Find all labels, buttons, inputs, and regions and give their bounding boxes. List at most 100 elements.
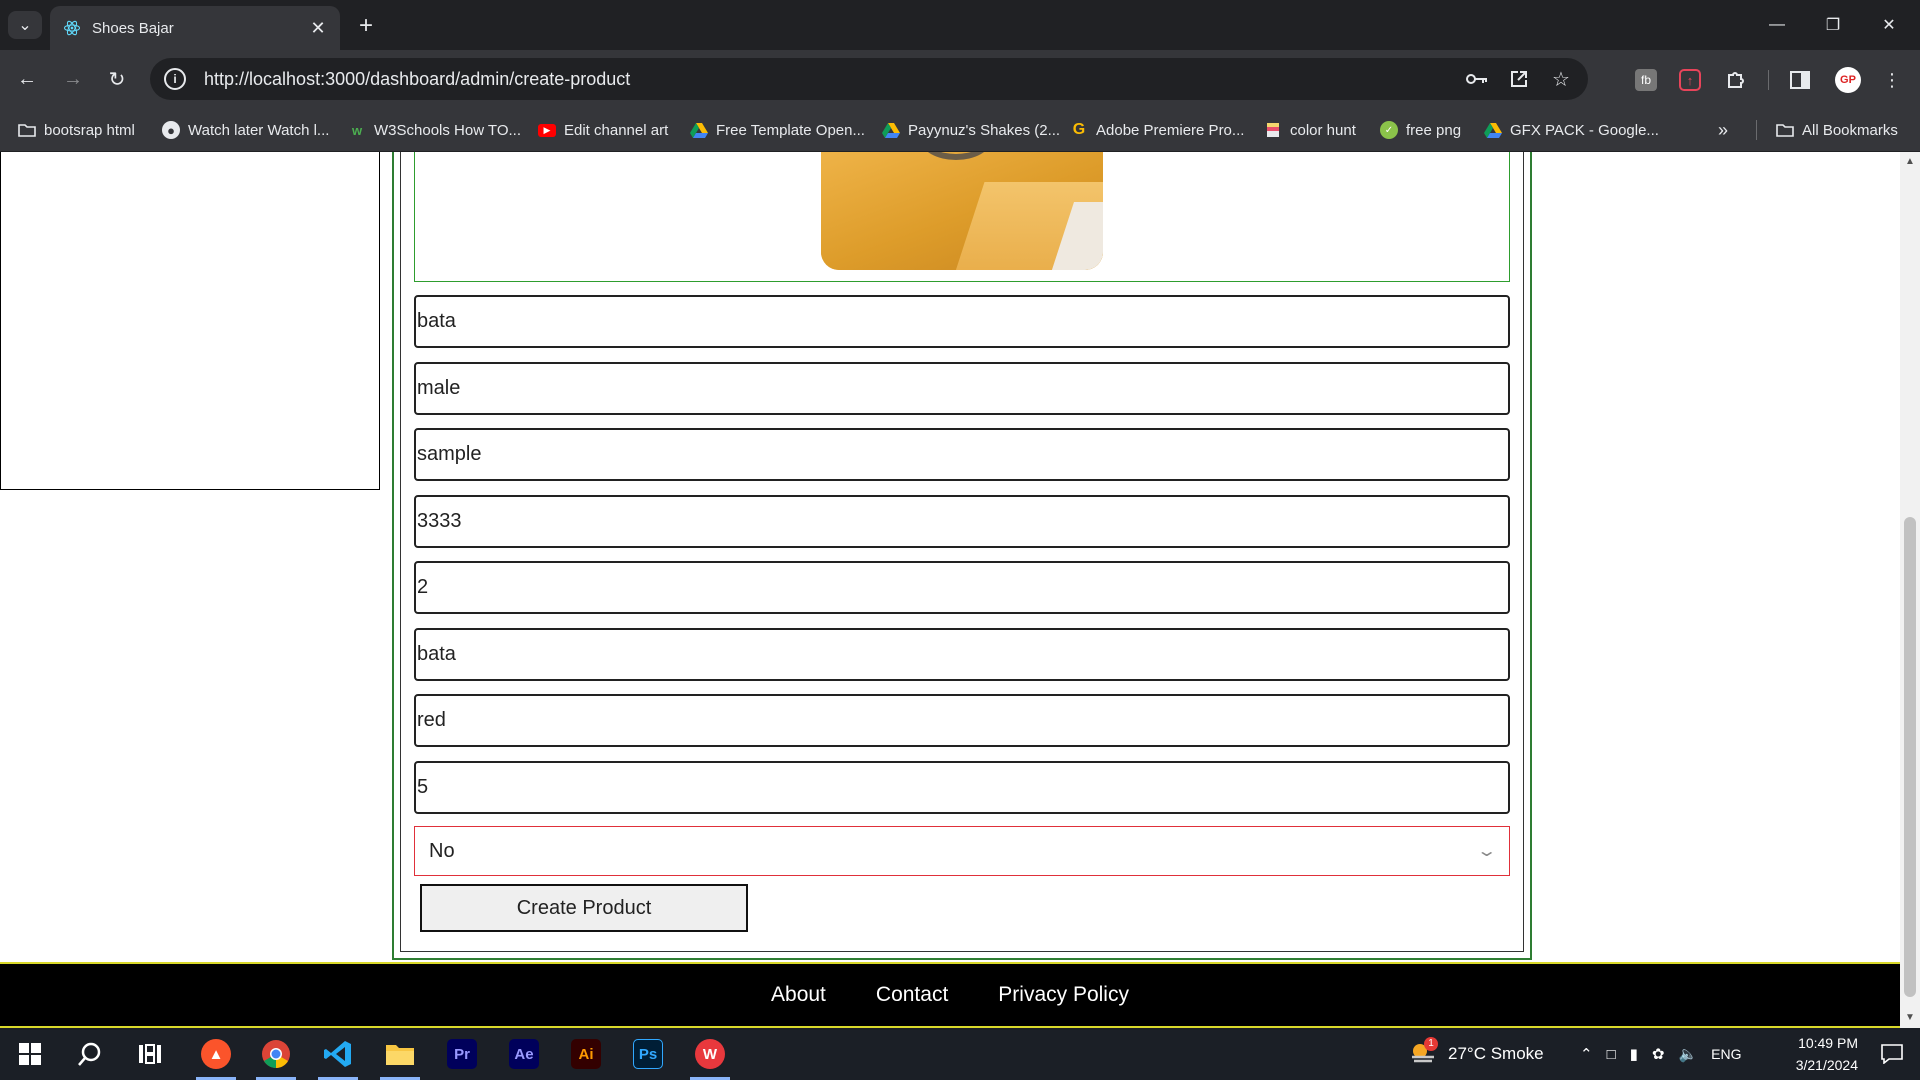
scroll-down-icon[interactable]: ▼ [1904,1012,1916,1024]
product-quantity-input[interactable]: 2 [414,561,1510,614]
notification-center-icon[interactable] [1864,1028,1920,1080]
bookmark-item[interactable]: G Adobe Premiere Pro... [1070,108,1245,152]
volume-icon[interactable]: 🔈 [1678,1045,1697,1063]
forward-arrow-icon[interactable]: → [58,64,88,94]
premiere-pro-icon[interactable]: Pr [434,1028,490,1080]
chrome-icon[interactable] [248,1028,304,1080]
google-drive-icon [1484,121,1502,139]
globe-icon: ● [162,121,180,139]
extensions-puzzle-icon[interactable] [1722,66,1750,94]
chevron-down-icon: ⌄ [18,17,32,34]
page-viewport: bata male sample 3333 2 bata red 5 No ⌄ … [0,152,1900,1028]
brave-browser-icon[interactable]: ▲ [188,1028,244,1080]
profile-avatar[interactable]: GP [1834,66,1862,94]
browser-tab[interactable]: Shoes Bajar ✕ [50,6,340,50]
close-tab-icon[interactable]: ✕ [308,18,328,39]
site-info-icon[interactable]: i [164,68,186,90]
vscode-icon[interactable] [310,1028,366,1080]
battery-icon[interactable]: ▮ [1630,1045,1638,1063]
reload-icon[interactable]: ↻ [102,64,132,94]
chevron-up-icon[interactable]: ⌃ [1580,1045,1593,1063]
bookmarks-bar: bootsrap html ● Watch later Watch l... wW… [0,108,1920,152]
tab-title: Shoes Bajar [92,19,174,37]
back-arrow-icon[interactable]: ← [12,64,42,94]
bookmark-item[interactable]: Free Template Open... [690,108,865,152]
w3schools-icon: w [351,122,363,138]
bookmark-star-icon[interactable]: ☆ [1548,66,1574,92]
after-effects-icon[interactable]: Ae [496,1028,552,1080]
bookmark-item[interactable]: bootsrap html [18,108,135,152]
product-name-input[interactable]: bata [414,295,1510,348]
google-drive-icon [882,121,900,139]
browser-tab-bar: ⌄ Shoes Bajar ✕ + — ❐ ✕ [0,0,1920,50]
product-image-preview [821,152,1103,270]
bookmarks-divider [1756,120,1757,140]
product-size-input[interactable]: 5 [414,761,1510,814]
bookmark-item[interactable]: w W3Schools How TO... [348,108,521,152]
more-menu-icon[interactable]: ⋮ [1878,66,1906,94]
bookmark-item[interactable]: Payynuz's Shakes (2... [882,108,1060,152]
system-tray: ⌃ □ ▮ ✿ 🔈 ENG [1580,1028,1742,1080]
close-window-icon[interactable]: ✕ [1866,8,1912,42]
windows-taskbar: ▲ Pr Ae Ai Ps W 1 27°C Smoke ⌃ □ ▮ ✿ 🔈 E… [0,1028,1920,1080]
create-product-button[interactable]: Create Product [420,884,748,932]
bookmark-item[interactable]: ● Watch later Watch l... [162,108,329,152]
side-panel-icon[interactable] [1786,66,1814,94]
weather-widget[interactable]: 1 27°C Smoke [1408,1028,1544,1080]
product-price-input[interactable]: 3333 [414,495,1510,548]
scroll-thumb[interactable] [1904,517,1916,997]
minimize-icon[interactable]: — [1754,8,1800,42]
footer-link-contact[interactable]: Contact [876,983,948,1007]
shipping-select[interactable]: No ⌄ [414,826,1510,876]
scroll-up-icon[interactable]: ▲ [1904,156,1916,168]
footer-link-privacy-policy[interactable]: Privacy Policy [998,983,1129,1007]
wps-office-icon[interactable]: W [682,1028,738,1080]
g-icon: G [1072,121,1086,138]
address-bar[interactable]: i http://localhost:3000/dashboard/admin/… [150,58,1588,100]
restore-icon[interactable]: ❐ [1810,8,1856,42]
footer-link-about[interactable]: About [771,983,826,1007]
page-scrollbar[interactable]: ▲ ▼ [1900,152,1920,1028]
color-hunt-icon [1264,121,1282,139]
folder-icon [18,121,36,139]
youtube-icon: ▶ [538,123,556,137]
open-in-app-icon[interactable] [1506,66,1532,92]
system-clock[interactable]: 10:49 PM 3/21/2024 [1758,1032,1858,1076]
weather-icon: 1 [1408,1036,1438,1070]
url-text: http://localhost:3000/dashboard/admin/cr… [204,68,631,89]
search-icon[interactable] [62,1028,118,1080]
file-explorer-icon[interactable] [372,1028,428,1080]
bookmark-item[interactable]: GFX PACK - Google... [1484,108,1659,152]
wifi-icon[interactable]: ✿ [1652,1045,1665,1063]
bookmark-item[interactable]: ▶ Edit channel art [538,108,668,152]
all-bookmarks[interactable]: All Bookmarks [1776,108,1898,152]
meet-now-icon[interactable]: □ [1607,1046,1616,1063]
illustrator-icon[interactable]: Ai [558,1028,614,1080]
bookmark-item[interactable]: ✓ free png [1380,108,1461,152]
browser-toolbar: ← → ↻ i http://localhost:3000/dashboard/… [0,50,1920,108]
product-category-input[interactable]: male [414,362,1510,415]
dashboard-sidebar [0,152,380,490]
tab-search-button[interactable]: ⌄ [8,11,42,39]
windows-start-icon[interactable] [2,1028,58,1080]
react-icon [62,18,82,38]
task-view-icon[interactable] [122,1028,178,1080]
toolbar-divider [1768,70,1769,90]
product-description-input[interactable]: sample [414,428,1510,481]
new-tab-button[interactable]: + [352,12,380,40]
more-bookmarks-icon[interactable]: » [1718,108,1728,152]
password-key-icon[interactable] [1464,66,1490,92]
google-drive-icon [690,121,708,139]
extension-upload-icon[interactable]: ↑ [1676,66,1704,94]
free-png-icon: ✓ [1380,121,1398,139]
product-color-input[interactable]: red [414,694,1510,747]
product-brand-input[interactable]: bata [414,628,1510,681]
language-indicator[interactable]: ENG [1711,1046,1741,1062]
photoshop-icon[interactable]: Ps [620,1028,676,1080]
bookmark-item[interactable]: color hunt [1264,108,1356,152]
image-preview-box [414,152,1510,282]
folder-icon [1776,121,1794,139]
site-footer: About Contact Privacy Policy [0,962,1900,1028]
chevron-down-icon: ⌄ [1475,843,1498,860]
extension-fb-icon[interactable]: fb [1632,66,1660,94]
